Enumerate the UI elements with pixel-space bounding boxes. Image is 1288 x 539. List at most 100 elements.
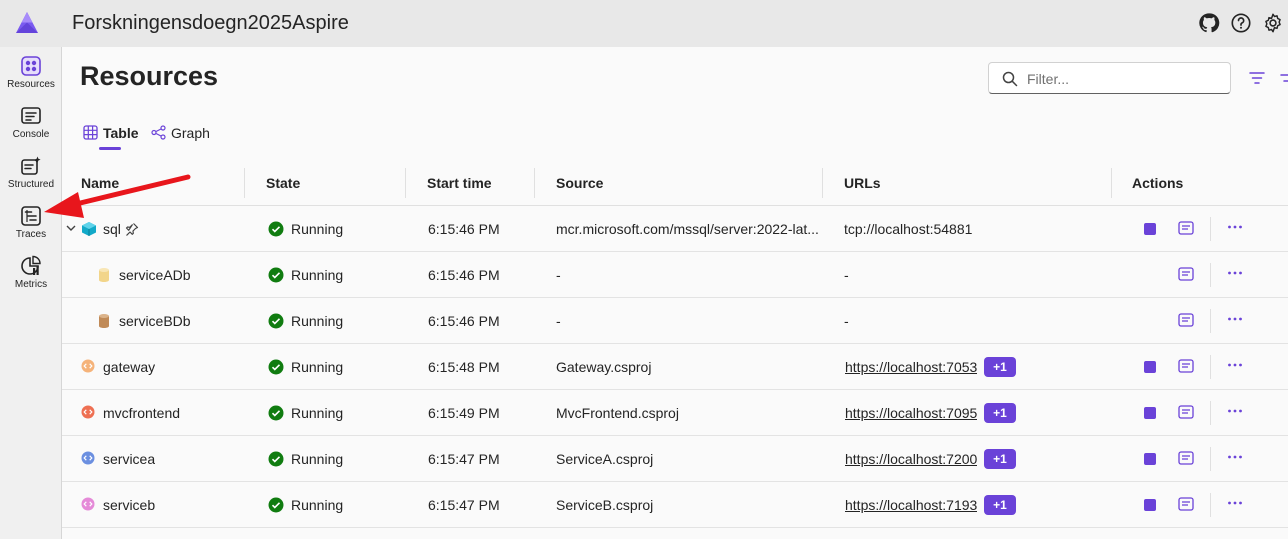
state-text: Running <box>291 451 344 467</box>
console-logs-icon[interactable] <box>1178 451 1194 465</box>
container-icon <box>82 222 96 236</box>
sidebar-item-console[interactable]: Console <box>0 101 62 149</box>
column-divider[interactable] <box>822 168 823 198</box>
table-row[interactable]: gateway Running 6:15:48 PM Gateway.cspro… <box>62 344 1288 390</box>
endpoint-link[interactable]: https://localhost:7200 <box>845 451 977 467</box>
table-row[interactable]: servicea Running 6:15:47 PM ServiceA.csp… <box>62 436 1288 482</box>
app-title: Forskningensdoegn2025Aspire <box>72 12 349 34</box>
project-icon <box>81 359 95 373</box>
more-options-icon[interactable] <box>1226 310 1244 328</box>
aspire-logo-icon[interactable] <box>14 10 40 36</box>
active-tab-indicator <box>99 147 121 150</box>
actions-divider <box>1210 447 1211 471</box>
resource-name: servicea <box>103 451 156 467</box>
endpoint-link[interactable]: https://localhost:7193 <box>845 497 977 513</box>
console-logs-icon[interactable] <box>1178 221 1194 235</box>
settings-gear-icon[interactable] <box>1262 12 1284 34</box>
project-icon <box>81 405 95 419</box>
source-text: Gateway.csproj <box>556 359 652 375</box>
column-header-urls[interactable]: URLs <box>844 175 881 191</box>
help-icon[interactable] <box>1230 12 1252 34</box>
console-logs-icon[interactable] <box>1178 405 1194 419</box>
start-time: 6:15:46 PM <box>428 221 500 237</box>
main-content: Resources Table Graph Name <box>62 47 1288 539</box>
running-status-icon <box>268 221 284 237</box>
more-options-icon[interactable] <box>1226 264 1244 282</box>
filter-search-box[interactable] <box>988 62 1231 94</box>
stop-button[interactable] <box>1144 407 1156 419</box>
running-status-icon <box>268 497 284 513</box>
sidebar-item-label: Console <box>12 129 50 140</box>
actions-divider <box>1210 217 1211 241</box>
chevron-down-icon[interactable] <box>66 224 76 232</box>
column-header-source[interactable]: Source <box>556 175 603 191</box>
sidebar-item-label: Resources <box>7 79 55 90</box>
column-divider[interactable] <box>534 168 535 198</box>
stop-button[interactable] <box>1144 453 1156 465</box>
column-header-name[interactable]: Name <box>81 175 119 191</box>
state-text: Running <box>291 405 344 421</box>
tab-label: Graph <box>171 125 210 141</box>
tab-graph[interactable]: Graph <box>151 123 221 149</box>
start-time: 6:15:49 PM <box>428 405 500 421</box>
table-row[interactable]: mvcfrontend Running 6:15:49 PM MvcFronte… <box>62 390 1288 436</box>
metrics-icon <box>21 255 41 275</box>
pin-icon[interactable] <box>125 222 139 236</box>
search-icon <box>1002 71 1018 87</box>
more-options-icon[interactable] <box>1226 494 1244 512</box>
table-grid-icon <box>83 125 98 140</box>
more-urls-badge[interactable]: +1 <box>984 357 1016 377</box>
stop-button[interactable] <box>1144 499 1156 511</box>
sidebar-item-traces[interactable]: Traces <box>0 201 62 249</box>
more-options-icon[interactable] <box>1226 356 1244 374</box>
table-row[interactable]: serviceb Running 6:15:47 PM ServiceB.csp… <box>62 482 1288 528</box>
sidebar-item-structured[interactable]: Structured <box>0 151 62 199</box>
table-row[interactable]: serviceBDb Running 6:15:46 PM - - <box>62 298 1288 344</box>
state-text: Running <box>291 267 344 283</box>
stop-button[interactable] <box>1144 223 1156 235</box>
stop-button[interactable] <box>1144 361 1156 373</box>
sidebar-item-metrics[interactable]: Metrics <box>0 251 62 299</box>
running-status-icon <box>268 313 284 329</box>
resources-icon <box>21 56 41 76</box>
options-icon[interactable] <box>1280 71 1288 85</box>
resource-name: mvcfrontend <box>103 405 181 421</box>
resource-name: serviceBDb <box>119 313 191 329</box>
filter-lines-icon[interactable] <box>1249 71 1265 85</box>
column-header-start-time[interactable]: Start time <box>427 175 492 191</box>
column-divider[interactable] <box>244 168 245 198</box>
structured-logs-icon <box>21 156 41 175</box>
filter-input[interactable] <box>1027 69 1222 89</box>
table-row[interactable]: sql Running 6:15:46 PM mcr.microsoft.com… <box>62 206 1288 252</box>
table-row[interactable]: serviceADb Running 6:15:46 PM - - <box>62 252 1288 298</box>
column-header-state[interactable]: State <box>266 175 300 191</box>
endpoint-link[interactable]: https://localhost:7053 <box>845 359 977 375</box>
more-urls-badge[interactable]: +1 <box>984 449 1016 469</box>
console-logs-icon[interactable] <box>1178 313 1194 327</box>
endpoint-link[interactable]: https://localhost:7095 <box>845 405 977 421</box>
url-text: - <box>844 267 849 283</box>
console-logs-icon[interactable] <box>1178 359 1194 373</box>
tab-table[interactable]: Table <box>83 123 143 150</box>
resource-name: serviceb <box>103 497 156 513</box>
actions-divider <box>1210 355 1211 379</box>
console-logs-icon[interactable] <box>1178 267 1194 281</box>
more-urls-badge[interactable]: +1 <box>984 495 1016 515</box>
resource-name: serviceADb <box>119 267 191 283</box>
github-icon[interactable] <box>1198 12 1220 34</box>
running-status-icon <box>268 267 284 283</box>
more-urls-badge[interactable]: +1 <box>984 403 1016 423</box>
start-time: 6:15:46 PM <box>428 267 500 283</box>
more-options-icon[interactable] <box>1226 402 1244 420</box>
column-divider[interactable] <box>405 168 406 198</box>
database-icon <box>99 314 109 328</box>
column-header-actions: Actions <box>1132 175 1184 191</box>
column-divider[interactable] <box>1111 168 1112 198</box>
console-logs-icon[interactable] <box>1178 497 1194 511</box>
resource-name: gateway <box>103 359 156 375</box>
resources-table: Name State Start time Source URLs Action… <box>62 160 1288 528</box>
running-status-icon <box>268 451 284 467</box>
more-options-icon[interactable] <box>1226 218 1244 236</box>
sidebar-item-resources[interactable]: Resources <box>0 51 62 99</box>
more-options-icon[interactable] <box>1226 448 1244 466</box>
